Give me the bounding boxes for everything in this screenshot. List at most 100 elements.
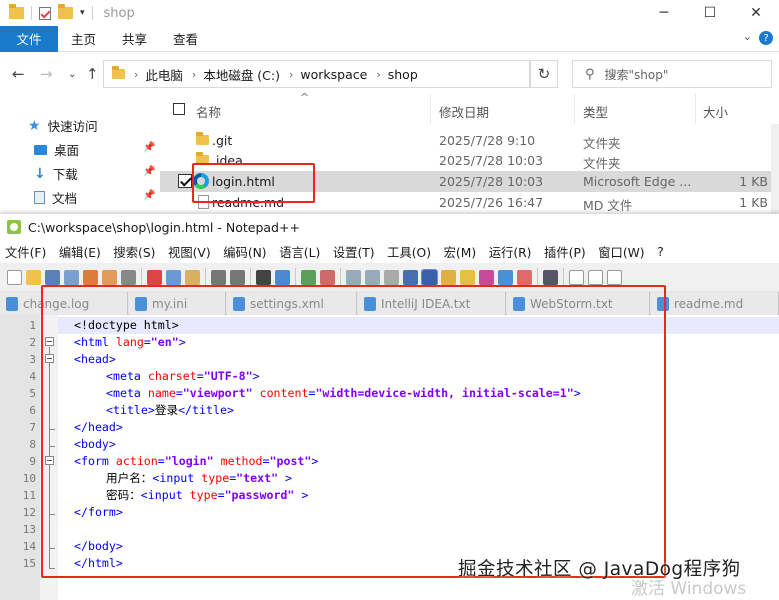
chevron-right-icon[interactable]: › [134,68,138,81]
nav-item-desktop[interactable]: 桌面 [34,140,79,159]
pin-icon[interactable]: 📌 [143,190,155,201]
file-type: MD 文件 [583,198,633,213]
tab-home[interactable]: 主页 [58,26,109,52]
function-list-icon[interactable] [479,269,494,285]
file-row-git[interactable]: .git 2025/7/28 9:10 文件夹 [160,130,773,151]
navigation-pane: ★ 快速访问 桌面 📌 ↓ 下载 📌 文档 📌 [0,108,160,214]
maximize-button[interactable]: ☐ [687,0,733,26]
zoom-in-icon[interactable] [301,269,316,285]
sync-vertical-icon[interactable] [346,269,361,285]
save-icon[interactable] [45,269,60,285]
menu-search[interactable]: 搜索(S) [113,243,155,261]
column-divider[interactable] [695,94,696,124]
nav-item-quick-access[interactable]: ★ 快速访问 [28,116,98,135]
close-file-icon[interactable] [83,269,98,285]
tab-readme-md[interactable]: readme.md [651,292,779,315]
search-input[interactable]: ⚲ 搜索"shop" [572,60,772,88]
tab-share[interactable]: 共享 [109,26,160,52]
play-macro-icon[interactable] [607,269,622,285]
print-icon[interactable] [121,269,136,285]
pin-icon[interactable]: 📌 [143,142,155,153]
doc-map-icon[interactable] [460,269,475,285]
user-language-icon[interactable] [441,269,456,285]
nav-item-label: 快速访问 [47,119,98,134]
line-number: 13 [22,523,36,536]
help-icon[interactable]: ? [759,31,773,45]
redo-icon[interactable] [230,269,245,285]
close-button[interactable]: ✕ [733,0,779,26]
scrollbar[interactable] [771,124,779,214]
file-date: 2025/7/26 16:47 [439,195,544,210]
menu-settings[interactable]: 设置(T) [333,243,375,261]
forward-arrow-icon[interactable]: → [40,65,53,83]
tab-file[interactable]: 文件 [0,25,58,52]
column-type[interactable]: 类型 [583,102,608,121]
properties-icon[interactable] [39,6,51,20]
chevron-right-icon[interactable]: › [192,68,196,81]
breadcrumb-this-pc[interactable]: 此电脑 [145,65,183,84]
replace-icon[interactable] [275,269,290,285]
folder-icon [9,4,24,19]
chevron-down-icon[interactable]: ⌄ [743,30,752,43]
row-checkbox[interactable] [178,174,192,188]
column-name[interactable]: 名称 [196,102,221,121]
recent-locations-icon[interactable]: ⌄ [68,69,76,80]
new-file-icon[interactable] [7,269,22,285]
refresh-button[interactable]: ↻ [530,60,558,88]
quick-access-toolbar: ▾ shop [0,4,135,21]
breadcrumb-workspace[interactable]: workspace [300,67,367,82]
menu-run[interactable]: 运行(R) [489,243,532,261]
address-bar[interactable]: › 此电脑 › 本地磁盘 (C:) › workspace › shop ⌄ [103,60,617,88]
pin-icon[interactable]: 📌 [143,166,155,177]
column-divider[interactable] [430,94,431,124]
back-arrow-icon[interactable]: ← [12,65,25,83]
menu-window[interactable]: 窗口(W) [598,243,644,261]
show-all-chars-icon[interactable] [403,269,418,285]
close-all-icon[interactable] [102,269,117,285]
cut-icon[interactable] [147,269,162,285]
chevron-right-icon[interactable]: › [289,68,293,81]
menu-help[interactable]: ? [657,245,664,259]
indent-guide-icon[interactable] [421,268,438,286]
column-size[interactable]: 大小 [703,102,728,121]
chevron-right-icon[interactable]: › [376,68,380,81]
menu-tools[interactable]: 工具(O) [387,243,431,261]
file-type: 文件夹 [583,156,621,171]
sync-horizontal-icon[interactable] [365,269,380,285]
menu-file[interactable]: 文件(F) [5,243,46,261]
breadcrumb-local-disk[interactable]: 本地磁盘 (C:) [203,65,280,84]
menu-encoding[interactable]: 编码(N) [223,243,266,261]
paste-icon[interactable] [185,269,200,285]
column-modified[interactable]: 修改日期 [439,102,489,121]
select-all-checkbox[interactable] [173,103,185,115]
breadcrumb-shop[interactable]: shop [388,67,418,82]
line-number: 9 [29,455,36,468]
zoom-out-icon[interactable] [320,269,335,285]
menu-edit[interactable]: 编辑(E) [59,243,101,261]
new-folder-icon[interactable] [58,4,73,19]
record-macro-icon[interactable] [569,269,584,285]
tab-view[interactable]: 查看 [160,26,211,52]
find-icon[interactable] [256,269,271,285]
save-all-icon[interactable] [64,269,79,285]
monitoring-icon[interactable] [517,269,532,285]
menu-language[interactable]: 语言(L) [279,243,320,261]
column-divider[interactable] [574,94,575,124]
stop-macro-icon[interactable] [588,269,603,285]
eye-icon[interactable] [543,269,558,285]
line-number: 12 [22,506,36,519]
nav-item-documents[interactable]: 文档 [34,188,77,207]
copy-icon[interactable] [166,269,181,285]
up-arrow-icon[interactable]: ↑ [86,65,99,83]
file-name: .git [212,133,233,148]
word-wrap-icon[interactable] [384,269,399,285]
undo-icon[interactable] [211,269,226,285]
menu-plugins[interactable]: 插件(P) [544,243,586,261]
customize-toolbar-icon[interactable]: ▾ [80,8,85,18]
folder-workspace-icon[interactable] [498,269,513,285]
nav-item-downloads[interactable]: ↓ 下载 [34,164,78,183]
menu-macro[interactable]: 宏(M) [444,243,477,261]
menu-view[interactable]: 视图(V) [168,243,211,261]
open-file-icon[interactable] [26,269,41,285]
minimize-button[interactable]: ─ [641,0,687,26]
